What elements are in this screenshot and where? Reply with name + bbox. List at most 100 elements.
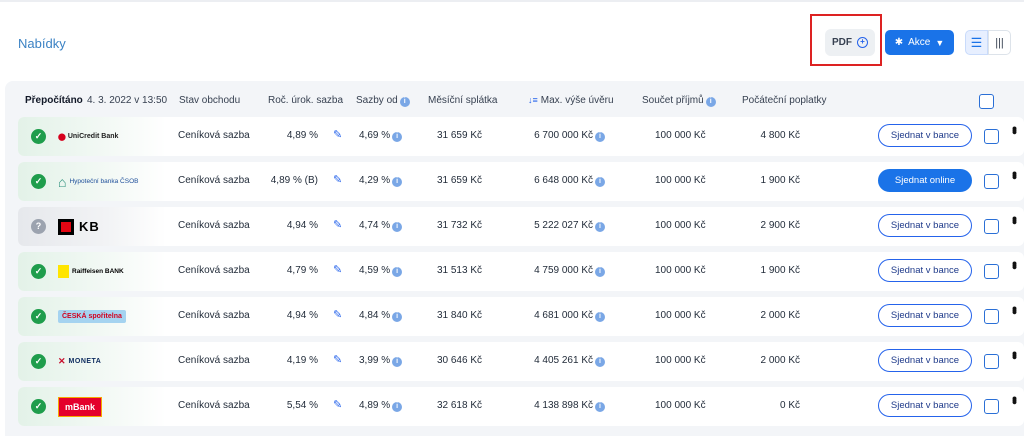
sazby-od-value: 3,99 % [359, 355, 391, 366]
deal-in-bank-button[interactable]: Sjednat v bance [878, 259, 972, 282]
bank-cell: ✓ ⬤ UniCredit Bank [18, 117, 166, 156]
col-prijmy-label: Součet příjmů [642, 95, 704, 106]
col-splatka[interactable]: Měsíční splátka [428, 95, 497, 106]
more-options-icon[interactable]: ••• [1007, 261, 1023, 267]
max-vyse-cell: 6 648 000 Kč i [525, 175, 605, 187]
stav-cell: Ceníková sazba [178, 175, 250, 186]
list-view-button[interactable]: ☰ [965, 30, 988, 55]
akce-button[interactable]: ✱ Akce ▼ [885, 30, 954, 55]
more-options-icon[interactable]: ••• [1007, 351, 1023, 357]
info-icon[interactable]: i [595, 132, 605, 142]
table-header: Přepočítáno 4. 3. 2022 v 13:50 Stav obch… [5, 81, 1024, 117]
prijmy-cell: 100 000 Kč [655, 400, 706, 411]
max-vyse-value: 4 759 000 Kč [534, 265, 593, 276]
max-vyse-cell: 4 405 261 Kč i [525, 355, 605, 367]
prijmy-cell: 100 000 Kč [655, 175, 706, 186]
edit-pencil-icon[interactable]: ✎ [333, 353, 342, 366]
sazba-cell: 4,89 % (B) [270, 175, 318, 186]
prijmy-cell: 100 000 Kč [655, 265, 706, 276]
table-row: ? KB Ceníková sazba 4,94 % ✎ 4,74 % i 31 732 Kč… [18, 207, 1024, 246]
col-sazby-od[interactable]: Sazby od i [356, 95, 410, 107]
deal-online-button[interactable]: Sjednat online [878, 169, 972, 192]
akce-label: Akce [908, 37, 931, 48]
chevron-down-icon: ▼ [935, 37, 945, 48]
col-stav[interactable]: Stav obchodu [179, 95, 240, 106]
edit-pencil-icon[interactable]: ✎ [333, 218, 342, 231]
plus-circle-icon: + [857, 37, 868, 48]
edit-pencil-icon[interactable]: ✎ [333, 128, 342, 141]
info-icon[interactable]: i [392, 222, 403, 232]
splatka-cell: 31 659 Kč [436, 130, 482, 141]
more-options-icon[interactable]: ••• [1007, 126, 1023, 132]
more-options-icon[interactable]: ••• [1007, 396, 1023, 402]
info-icon[interactable]: i [392, 177, 403, 187]
poplatky-cell: 1 900 Kč [760, 175, 800, 186]
info-icon[interactable]: i [392, 357, 403, 367]
info-icon[interactable]: i [392, 402, 403, 412]
poplatky-cell: 2 000 Kč [760, 355, 800, 366]
edit-pencil-icon[interactable]: ✎ [333, 398, 342, 411]
row-checkbox[interactable] [984, 309, 999, 324]
info-icon[interactable]: i [595, 177, 605, 187]
check-circle-icon: ✓ [31, 129, 46, 144]
edit-pencil-icon[interactable]: ✎ [333, 173, 342, 186]
info-icon[interactable]: i [392, 132, 403, 142]
sazby-od-value: 4,74 % [359, 220, 391, 231]
sazba-cell: 4,89 % [286, 130, 318, 141]
bank-cell: ✓ ČESKÁ spořitelna [18, 297, 166, 336]
columns-view-button[interactable]: ||| [988, 30, 1011, 55]
more-options-icon[interactable]: ••• [1007, 171, 1023, 177]
max-vyse-cell: 5 222 027 Kč i [525, 220, 605, 232]
bank-logo-text: ČESKÁ spořitelna [58, 310, 126, 323]
more-options-icon[interactable]: ••• [1007, 306, 1023, 312]
col-poplatky[interactable]: Počáteční poplatky [742, 95, 827, 106]
row-checkbox[interactable] [984, 354, 999, 369]
edit-pencil-icon[interactable]: ✎ [333, 308, 342, 321]
col-max-vyse[interactable]: ↓≡ Max. výše úvěru [528, 95, 614, 106]
splatka-cell: 31 840 Kč [436, 310, 482, 321]
bank-cell: ? KB [18, 207, 166, 246]
stav-cell: Ceníková sazba [178, 310, 250, 321]
sazby-od-cell: 4,29 % i [359, 175, 403, 187]
info-icon[interactable]: i [595, 267, 605, 277]
edit-pencil-icon[interactable]: ✎ [333, 263, 342, 276]
sazby-od-cell: 4,89 % i [359, 400, 403, 412]
deal-in-bank-button[interactable]: Sjednat v bance [878, 394, 972, 417]
sazba-cell: 4,94 % [286, 310, 318, 321]
pdf-button[interactable]: PDF + [825, 29, 875, 56]
max-vyse-value: 4 681 000 Kč [534, 310, 593, 321]
info-icon[interactable]: i [595, 312, 605, 322]
deal-in-bank-button[interactable]: Sjednat v bance [878, 214, 972, 237]
col-sazba[interactable]: Roč. úrok. sazba [268, 95, 343, 106]
list-view-icon: ☰ [970, 34, 983, 50]
info-icon[interactable]: i [595, 357, 605, 367]
info-icon[interactable]: i [392, 267, 403, 277]
row-checkbox[interactable] [984, 129, 999, 144]
max-vyse-value: 4 138 898 Kč [534, 400, 593, 411]
info-icon[interactable]: i [705, 97, 716, 107]
deal-in-bank-button[interactable]: Sjednat v bance [878, 304, 972, 327]
row-checkbox[interactable] [984, 219, 999, 234]
check-circle-icon: ✓ [31, 309, 46, 324]
info-icon[interactable]: i [399, 97, 410, 107]
more-options-icon[interactable]: ••• [1007, 216, 1023, 222]
row-checkbox[interactable] [984, 399, 999, 414]
info-icon[interactable]: i [392, 312, 403, 322]
prijmy-cell: 100 000 Kč [655, 130, 706, 141]
bank-cell: ✓ mBank [18, 387, 166, 426]
row-checkbox[interactable] [984, 264, 999, 279]
bank-logo: mBank [58, 395, 103, 418]
select-all-checkbox[interactable] [979, 94, 994, 109]
deal-in-bank-button[interactable]: Sjednat v bance [878, 124, 972, 147]
sazby-od-cell: 4,59 % i [359, 265, 403, 277]
deal-in-bank-button[interactable]: Sjednat v bance [878, 349, 972, 372]
info-icon[interactable]: i [595, 402, 605, 412]
col-prijmy[interactable]: Součet příjmů i [642, 95, 716, 107]
row-checkbox[interactable] [984, 174, 999, 189]
max-vyse-cell: 4 759 000 Kč i [525, 265, 605, 277]
page-header: Nabídky PDF + ✱ Akce ▼ ☰ ||| [0, 2, 1024, 80]
bank-logo-text: Raiffeisen BANK [72, 268, 124, 275]
info-icon[interactable]: i [595, 222, 605, 232]
prijmy-cell: 100 000 Kč [655, 310, 706, 321]
bank-logo: ČESKÁ spořitelna [58, 305, 126, 328]
